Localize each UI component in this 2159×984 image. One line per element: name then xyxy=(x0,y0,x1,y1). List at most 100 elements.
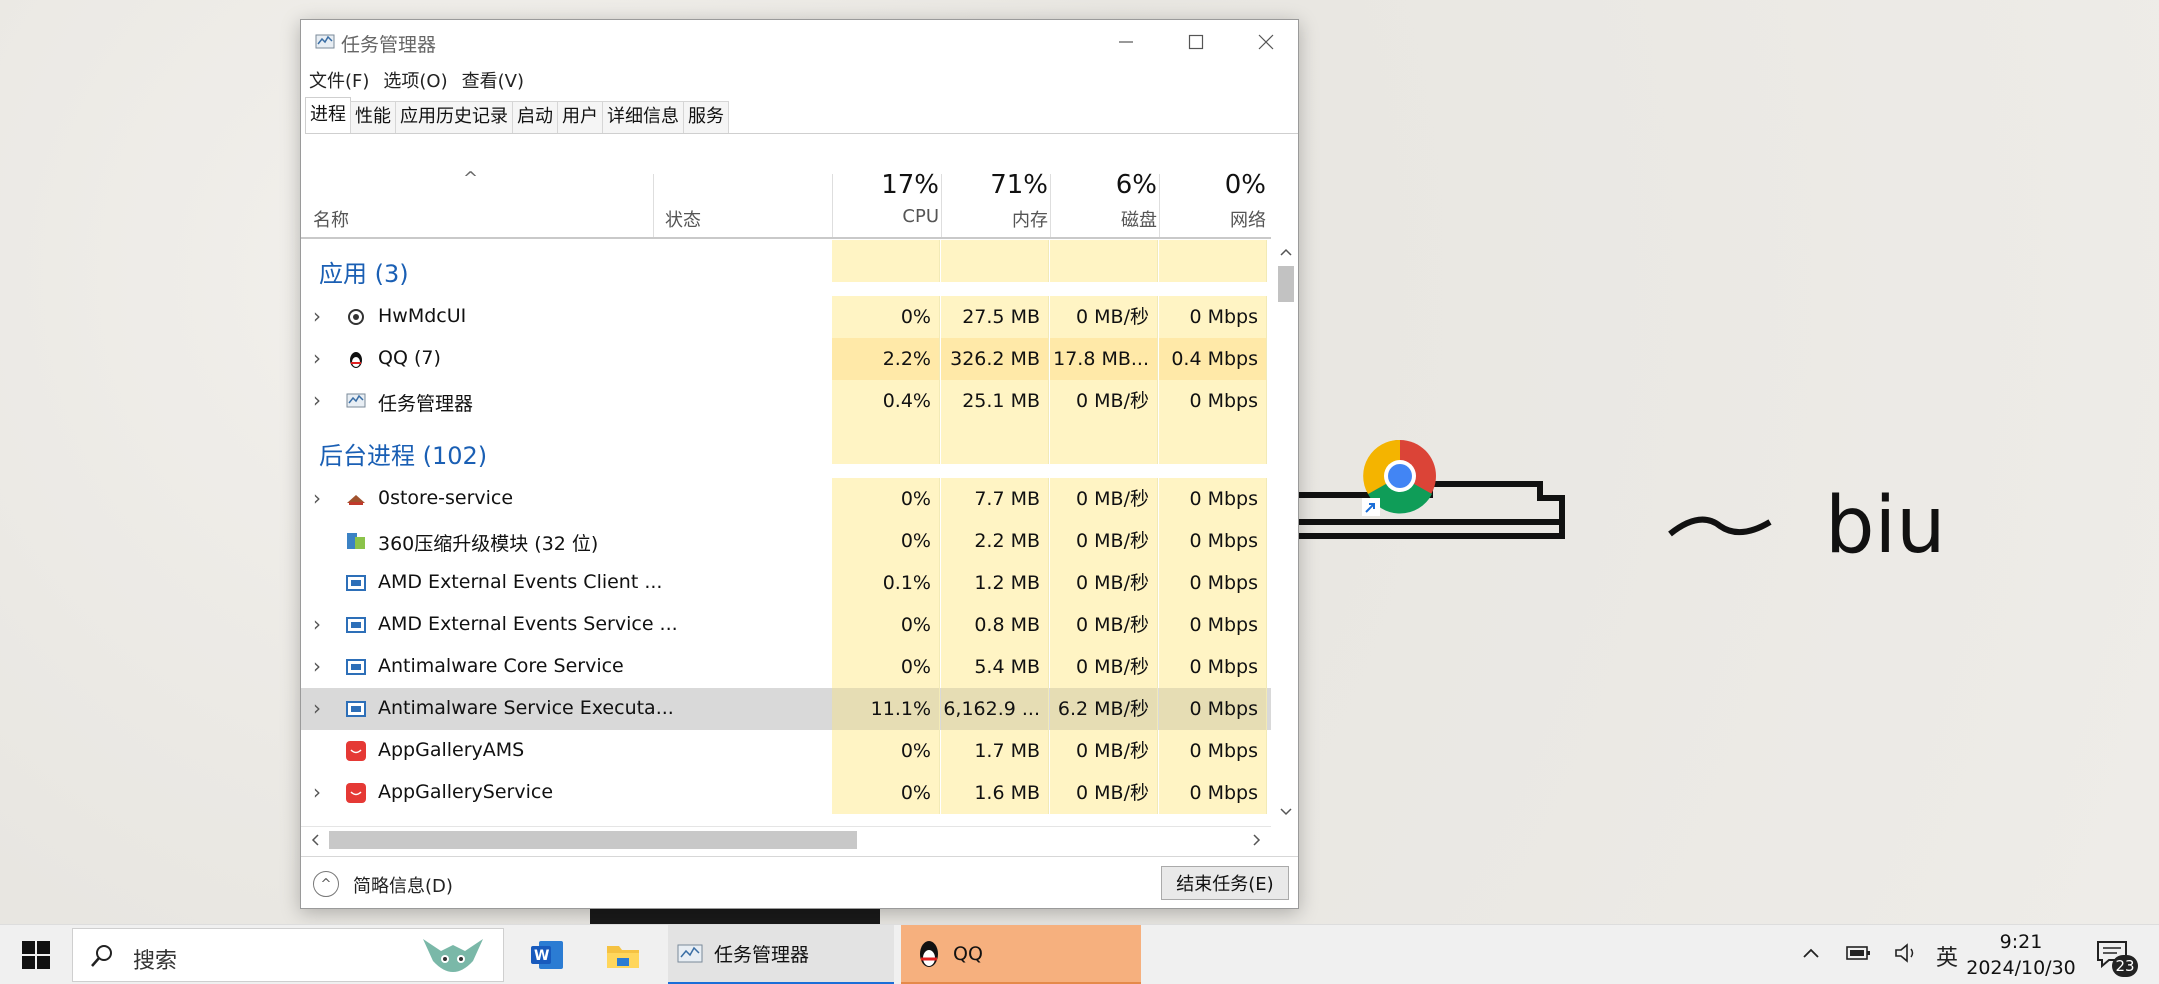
process-name: Antimalware Service Executa... xyxy=(378,697,674,719)
column-name[interactable]: 名称 xyxy=(313,206,349,232)
memory-cell: 1.2 MB xyxy=(941,562,1049,604)
expand-chevron-icon[interactable]: › xyxy=(313,388,321,412)
process-row[interactable]: › QQ (7) 2.2% 326.2 MB 17.8 MB... 0.4 Mb… xyxy=(301,338,1271,380)
qq-taskbar-button[interactable]: QQ xyxy=(901,925,1141,984)
show-hidden-icons-chevron-icon[interactable] xyxy=(1800,941,1822,970)
close-button[interactable] xyxy=(1231,20,1301,64)
process-row[interactable]: › HwMdcUI 0% 27.5 MB 0 MB/秒 0 Mbps xyxy=(301,296,1271,338)
expand-chevron-icon[interactable]: › xyxy=(313,612,321,636)
tab-startup[interactable]: 启动 xyxy=(512,101,558,133)
chrome-shortcut-icon[interactable] xyxy=(1360,438,1444,528)
process-row[interactable]: › Antimalware Core Service 0% 5.4 MB 0 M… xyxy=(301,646,1271,688)
process-row[interactable]: 360压缩升级模块 (32 位) 0% 2.2 MB 0 MB/秒 0 Mbps xyxy=(301,520,1271,562)
tab-services[interactable]: 服务 xyxy=(683,101,729,133)
process-row[interactable]: › AMD External Events Service ... 0% 0.8… xyxy=(301,604,1271,646)
network-cell: 0 Mbps xyxy=(1159,478,1267,520)
tab-strip: 进程 性能 应用历史记录 启动 用户 详细信息 服务 xyxy=(305,97,1298,134)
windows-start-icon[interactable] xyxy=(22,941,50,969)
disk-cell: 0 MB/秒 xyxy=(1050,730,1158,772)
memory-cell: 5.4 MB xyxy=(941,646,1049,688)
cpu-cell: 11.1% xyxy=(832,688,940,730)
menu-options[interactable]: 选项(O) xyxy=(383,67,447,93)
tab-app-history[interactable]: 应用历史记录 xyxy=(395,101,513,133)
cpu-cell: 0% xyxy=(832,478,940,520)
expand-chevron-icon[interactable]: › xyxy=(313,346,321,370)
process-row[interactable]: AppGalleryAMS 0% 1.7 MB 0 MB/秒 0 Mbps xyxy=(301,730,1271,772)
column-network[interactable]: 网络 xyxy=(1160,206,1266,232)
network-percent[interactable]: 0% xyxy=(1160,170,1266,200)
fewer-details-link[interactable]: 简略信息(D) xyxy=(353,872,453,898)
tab-processes[interactable]: 进程 xyxy=(305,97,351,133)
group-header-background[interactable]: 后台进程 (102) xyxy=(301,422,1271,470)
group-header-apps[interactable]: 应用 (3) xyxy=(301,240,1271,288)
process-name: QQ (7) xyxy=(378,347,441,369)
search-box[interactable]: 搜索 xyxy=(72,928,504,982)
scroll-up-icon[interactable] xyxy=(1273,242,1299,262)
column-cpu[interactable]: CPU xyxy=(833,206,939,227)
input-method-indicator[interactable]: 英 xyxy=(1936,940,1958,972)
scroll-right-icon[interactable] xyxy=(1247,827,1267,853)
cpu-percent[interactable]: 17% xyxy=(833,170,939,200)
task-manager-icon xyxy=(315,34,335,49)
column-disk[interactable]: 磁盘 xyxy=(1051,206,1157,232)
process-row[interactable]: AMD External Events Client ... 0.1% 1.2 … xyxy=(301,562,1271,604)
network-cell: 0 Mbps xyxy=(1159,688,1267,730)
cpu-cell: 0% xyxy=(832,772,940,814)
network-cell: 0 Mbps xyxy=(1159,646,1267,688)
process-row-selected[interactable]: › Antimalware Service Executa... 11.1% 6… xyxy=(301,688,1271,730)
taskbar: 搜索 W 任务管理器 QQ 英 9:21 2024/10/30 23 xyxy=(0,924,2159,984)
network-cell: 0 Mbps xyxy=(1159,772,1267,814)
disk-percent[interactable]: 6% xyxy=(1051,170,1157,200)
memory-cell: 1.7 MB xyxy=(941,730,1049,772)
service-icon xyxy=(346,575,366,591)
volume-icon[interactable] xyxy=(1893,941,1921,970)
qq-penguin-icon xyxy=(920,940,938,967)
appgallery-icon xyxy=(346,783,366,803)
memory-cell: 2.2 MB xyxy=(941,520,1049,562)
vertical-scrollbar[interactable] xyxy=(1273,240,1299,824)
tab-performance[interactable]: 性能 xyxy=(350,101,396,133)
menu-file[interactable]: 文件(F) xyxy=(309,67,369,93)
maximize-button[interactable] xyxy=(1161,20,1231,64)
column-memory[interactable]: 内存 xyxy=(942,206,1048,232)
minimize-button[interactable] xyxy=(1091,20,1161,64)
process-row[interactable]: › 0store-service 0% 7.7 MB 0 MB/秒 0 Mbps xyxy=(301,478,1271,520)
file-explorer-taskbar-button[interactable] xyxy=(598,925,648,984)
expand-chevron-icon[interactable]: › xyxy=(313,780,321,804)
collapse-up-icon[interactable]: ^ xyxy=(313,871,339,897)
tab-details[interactable]: 详细信息 xyxy=(602,101,684,133)
battery-icon[interactable] xyxy=(1845,941,1873,970)
expand-chevron-icon[interactable]: › xyxy=(313,486,321,510)
clock-date[interactable]: 2024/10/30 xyxy=(1966,957,2076,979)
memory-percent[interactable]: 71% xyxy=(942,170,1048,200)
menu-view[interactable]: 查看(V) xyxy=(462,67,524,93)
column-status[interactable]: 状态 xyxy=(665,206,701,232)
tab-users[interactable]: 用户 xyxy=(557,101,603,133)
expand-chevron-icon[interactable]: › xyxy=(313,654,321,678)
expand-chevron-icon[interactable]: › xyxy=(313,304,321,328)
store-service-icon xyxy=(347,495,365,505)
scroll-left-icon[interactable] xyxy=(305,827,325,853)
expand-chevron-icon[interactable]: › xyxy=(313,696,321,720)
end-task-button[interactable]: 结束任务(E) xyxy=(1161,866,1289,900)
process-name: Antimalware Core Service xyxy=(378,655,624,677)
cpu-cell: 2.2% xyxy=(832,338,940,380)
network-cell: 0 Mbps xyxy=(1159,604,1267,646)
process-row[interactable]: › AppGalleryService 0% 1.6 MB 0 MB/秒 0 M… xyxy=(301,772,1271,814)
title-bar[interactable]: 任务管理器 xyxy=(301,20,1298,64)
vertical-scroll-thumb[interactable] xyxy=(1278,266,1294,302)
appgallery-icon xyxy=(346,741,366,761)
search-icon xyxy=(91,945,112,967)
scroll-down-icon[interactable] xyxy=(1273,802,1299,822)
qq-penguin-icon xyxy=(350,352,362,368)
memory-cell: 1.6 MB xyxy=(941,772,1049,814)
task-manager-taskbar-button[interactable]: 任务管理器 xyxy=(668,925,894,984)
process-row[interactable]: › 任务管理器 0.4% 25.1 MB 0 MB/秒 0 Mbps xyxy=(301,380,1271,422)
window-title: 任务管理器 xyxy=(341,34,437,56)
horizontal-scrollbar[interactable] xyxy=(301,826,1271,852)
word-taskbar-button[interactable]: W xyxy=(522,925,572,984)
disk-cell: 0 MB/秒 xyxy=(1050,646,1158,688)
horizontal-scroll-thumb[interactable] xyxy=(329,831,857,849)
memory-cell: 25.1 MB xyxy=(941,380,1049,422)
clock-time[interactable]: 9:21 xyxy=(1966,931,2076,953)
